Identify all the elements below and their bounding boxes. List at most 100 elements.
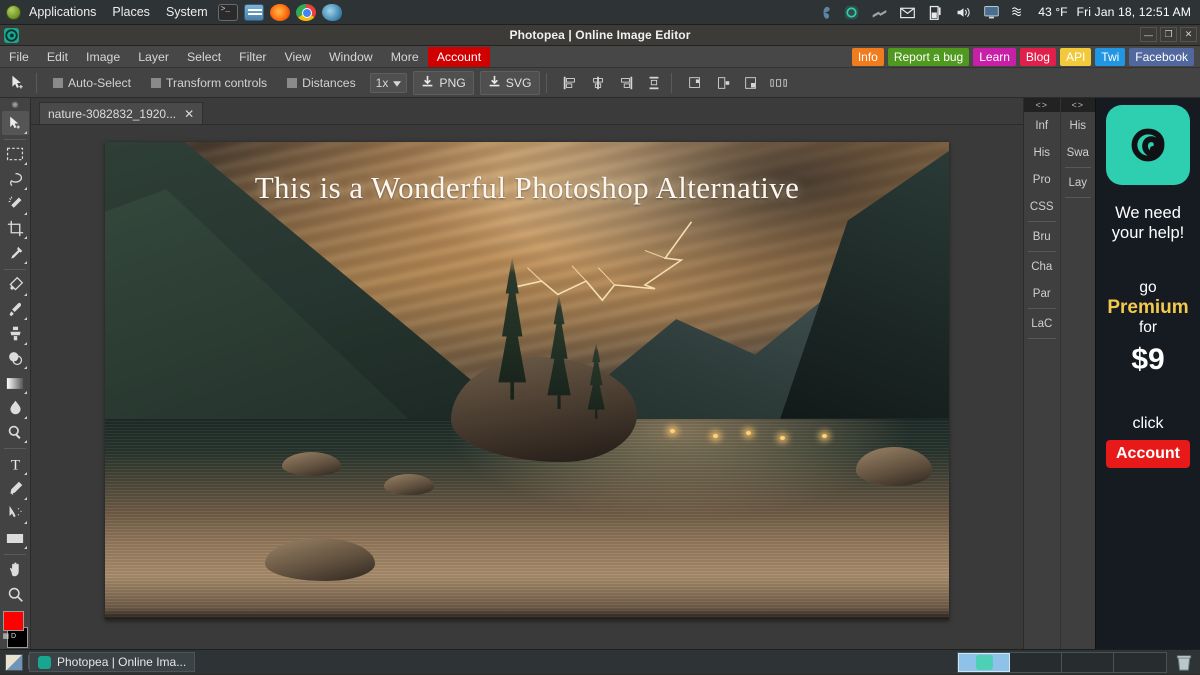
distribute-h-icon[interactable] [768, 72, 790, 94]
align-middle-icon[interactable] [712, 72, 734, 94]
shield-icon[interactable] [842, 4, 861, 21]
align-top-icon[interactable] [684, 72, 706, 94]
zoom-level-select[interactable]: 1x [370, 73, 408, 93]
menu-item-window[interactable]: Window [320, 48, 382, 66]
type-tool[interactable]: T [2, 452, 29, 476]
eraser-tool[interactable] [2, 347, 29, 371]
menu-item-image[interactable]: Image [77, 48, 129, 66]
chip-report-bug[interactable]: Report a bug [888, 48, 969, 66]
align-right-icon[interactable] [615, 72, 637, 94]
menu-item-more[interactable]: More [382, 48, 428, 66]
menu-item-view[interactable]: View [276, 48, 320, 66]
menu-item-layer[interactable]: Layer [129, 48, 178, 66]
panel-tab-character[interactable]: Cha [1024, 253, 1060, 280]
panel-tab-layers[interactable]: Lay [1061, 169, 1096, 196]
workspace-3[interactable] [1062, 653, 1114, 672]
crop-tool[interactable] [2, 217, 29, 241]
chip-facebook[interactable]: Facebook [1129, 48, 1194, 66]
maximize-button[interactable]: ❐ [1160, 27, 1177, 42]
menu-item-account[interactable]: Account [428, 47, 490, 67]
chip-learn[interactable]: Learn [973, 48, 1016, 66]
path-select-tool[interactable] [2, 502, 29, 526]
checkbox-distances[interactable]: Distances [287, 76, 356, 90]
clock-label[interactable]: Fri Jan 18, 12:51 AM [1077, 5, 1191, 19]
chip-blog[interactable]: Blog [1020, 48, 1056, 66]
lasso-tool[interactable] [2, 167, 29, 191]
close-button[interactable]: ✕ [1180, 27, 1197, 42]
chip-api[interactable]: API [1060, 48, 1091, 66]
menu-item-select[interactable]: Select [178, 48, 230, 66]
water-icon[interactable] [322, 4, 342, 21]
shape-tool[interactable] [2, 526, 29, 550]
blur-tool[interactable] [2, 396, 29, 420]
foreground-color-swatch[interactable] [3, 611, 24, 631]
spot-healing-tool[interactable] [2, 273, 29, 297]
mail-icon[interactable] [898, 4, 917, 21]
menu-places[interactable]: Places [104, 3, 158, 21]
menu-item-edit[interactable]: Edit [38, 48, 77, 66]
move-tool[interactable] [2, 111, 29, 135]
panel-tab-histogram[interactable]: His [1061, 112, 1096, 139]
chip-info[interactable]: Info [852, 48, 884, 66]
panel-tab-info[interactable]: Inf [1024, 112, 1060, 139]
document-tab[interactable]: nature-3082832_1920... ✕ [39, 102, 203, 124]
color-swatches[interactable]: ▦ D [2, 611, 29, 649]
magic-wand-tool[interactable] [2, 192, 29, 216]
panel-tab-history[interactable]: His [1024, 139, 1060, 166]
menu-system[interactable]: System [158, 3, 216, 21]
download-svg-button[interactable]: SVG [480, 71, 540, 95]
default-colors-icon[interactable]: ▦ D [3, 632, 17, 640]
clone-stamp-tool[interactable] [2, 322, 29, 346]
align-left-icon[interactable] [559, 72, 581, 94]
terminal-icon[interactable] [218, 4, 238, 21]
taskbar-window-button[interactable]: Photopea | Online Ima... [29, 652, 195, 672]
show-desktop-icon[interactable] [5, 654, 23, 671]
fan-icon[interactable] [814, 4, 833, 21]
artwork-text-layer[interactable]: This is a Wonderful Photoshop Alternativ… [105, 170, 949, 206]
canvas-stage[interactable]: This is a Wonderful Photoshop Alternativ… [31, 125, 1023, 649]
canvas-artwork[interactable]: This is a Wonderful Photoshop Alternativ… [105, 142, 949, 620]
hand-tool[interactable] [2, 558, 29, 582]
eyedropper-tool[interactable] [2, 241, 29, 265]
trash-icon[interactable] [1175, 653, 1193, 672]
checkbox-auto-select[interactable]: Auto-Select [53, 76, 131, 90]
volume-icon[interactable] [954, 4, 973, 21]
expand-panels-icon-2[interactable]: <> [1061, 98, 1096, 112]
menu-item-filter[interactable]: Filter [230, 48, 275, 66]
firefox-icon[interactable] [270, 4, 290, 21]
menu-applications[interactable]: Applications [21, 3, 104, 21]
panel-tab-paragraph[interactable]: Par [1024, 280, 1060, 307]
panel-tab-layer-comps[interactable]: LaC [1024, 310, 1060, 337]
promo-account-button[interactable]: Account [1106, 440, 1190, 468]
menu-item-file[interactable]: File [0, 48, 38, 66]
chip-twitter[interactable]: Twi [1095, 48, 1125, 66]
workspace-4[interactable] [1114, 653, 1166, 672]
download-png-button[interactable]: PNG [413, 71, 473, 95]
panel-tab-swatches[interactable]: Swa [1061, 139, 1096, 166]
checkbox-transform-controls[interactable]: Transform controls [151, 76, 267, 90]
brush-tool[interactable] [2, 298, 29, 322]
panel-tab-brushes[interactable]: Bru [1024, 223, 1060, 250]
workspace-2[interactable] [1010, 653, 1062, 672]
display-icon[interactable] [982, 4, 1001, 21]
expand-panels-icon-1[interactable]: <> [1024, 98, 1060, 112]
minimize-button[interactable]: — [1140, 27, 1157, 42]
distribute-v-icon[interactable] [643, 72, 665, 94]
files-icon[interactable] [244, 4, 264, 21]
move-tool-icon[interactable] [4, 71, 30, 95]
pen-tool[interactable] [2, 477, 29, 501]
gradient-tool[interactable] [2, 371, 29, 395]
toolbar-grip-icon[interactable]: ✺ [11, 100, 19, 111]
battery-icon[interactable] [926, 4, 945, 21]
align-bottom-icon[interactable] [740, 72, 762, 94]
network-icon[interactable] [870, 4, 889, 21]
align-center-h-icon[interactable] [587, 72, 609, 94]
dodge-tool[interactable] [2, 421, 29, 445]
panel-tab-properties[interactable]: Pro [1024, 166, 1060, 193]
chrome-icon[interactable] [296, 4, 316, 21]
zoom-tool[interactable] [2, 583, 29, 607]
close-icon[interactable]: ✕ [184, 107, 194, 121]
panel-tab-css[interactable]: CSS [1024, 193, 1060, 220]
rectangular-marquee-tool[interactable] [2, 143, 29, 167]
workspace-switcher[interactable] [957, 652, 1167, 673]
